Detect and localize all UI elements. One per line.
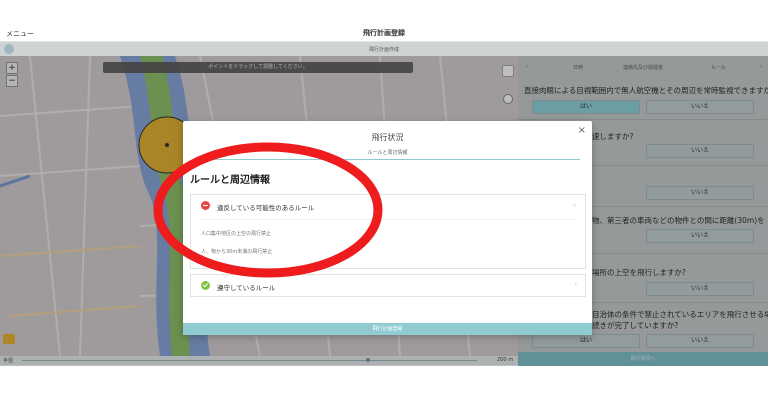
modal-divider (193, 159, 580, 160)
flight-status-modal: × 飛行状況 ルールと周辺情報 ルールと周辺情報 違反している可能性のあるルール… (183, 121, 592, 335)
sub-header-title: 飛行計画作成 (368, 47, 399, 53)
section-heading: ルールと周辺情報 (190, 175, 270, 186)
check-icon (201, 281, 210, 290)
violating-rules-label: 違反している可能性のあるルール (217, 204, 315, 212)
sub-header: 飛行計画作成 (0, 42, 768, 56)
app-frame: メニュー 飛行計画登録 飛行計画作成 + − ポイントをドラッグして調整してくだ… (0, 0, 768, 400)
modal-title: 飛行状況 (371, 133, 404, 142)
top-bar: メニュー 飛行計画登録 (0, 24, 768, 42)
modal-subtitle: ルールと周辺情報 (367, 150, 408, 156)
no-entry-icon (201, 201, 210, 210)
chevron-right-icon[interactable]: › (575, 281, 577, 288)
chevron-down-icon[interactable]: ⌄ (572, 201, 577, 208)
page-title: 飛行計画登録 (363, 29, 405, 37)
rule-item: 人口集中地区の上空の飛行禁止 (201, 231, 272, 237)
violating-rules-card: 違反している可能性のあるルール ⌄ 人口集中地区の上空の飛行禁止 人、物から30… (190, 194, 586, 269)
register-flight-plan-button[interactable]: 飛行計画登録 (183, 323, 592, 335)
divider (201, 219, 575, 220)
compliant-rules-card[interactable]: 遵守しているルール › (190, 274, 586, 297)
violating-rules-header[interactable]: 違反している可能性のあるルール ⌄ (191, 195, 585, 217)
rule-item: 人、物から30m未満の飛行禁止 (201, 249, 273, 255)
compliant-rules-label: 遵守しているルール (217, 284, 276, 292)
compliant-rules-header[interactable]: 遵守しているルール › (191, 275, 585, 297)
